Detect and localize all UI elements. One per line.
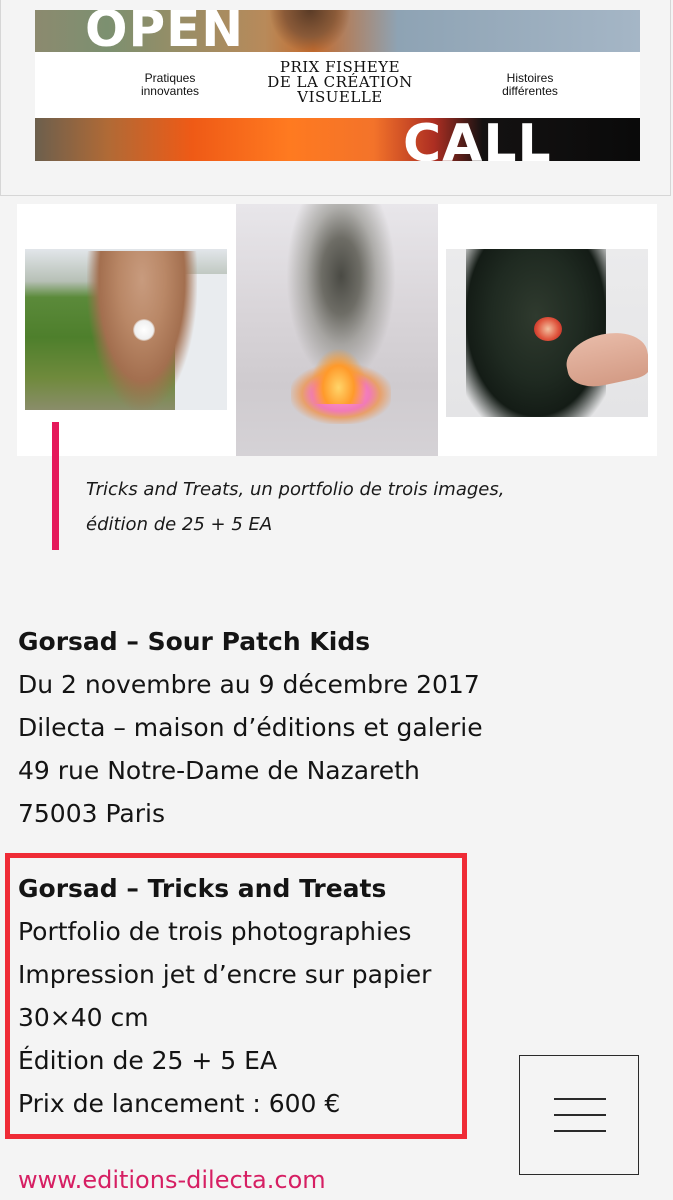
ad-right-text: Histoires différentes xyxy=(502,71,558,98)
exhibition-street: 49 rue Notre-Dame de Nazareth xyxy=(18,756,420,785)
menu-button[interactable] xyxy=(519,1055,639,1175)
exhibition-venue: Dilecta – maison d’éditions et galerie xyxy=(18,713,483,742)
product-description: Portfolio de trois photographies xyxy=(18,917,412,946)
website-link[interactable]: www.editions-dilecta.com xyxy=(18,1160,326,1200)
product-title: Gorsad – Tricks and Treats xyxy=(18,874,387,903)
portfolio-photo-velvet-dress xyxy=(446,249,648,417)
product-size: 30×40 cm xyxy=(18,1003,149,1032)
ad-open-word: OPEN xyxy=(85,10,245,50)
product-info: Gorsad – Tricks and Treats Portfolio de … xyxy=(18,867,458,1125)
portfolio-photo-burning-shoes xyxy=(236,204,438,456)
ad-banner[interactable]: OPEN CALL Pratiques innovantes PRIX FISH… xyxy=(35,10,640,161)
exhibition-city: 75003 Paris xyxy=(18,799,165,828)
ad-left-text: Pratiques innovantes xyxy=(140,71,200,98)
portfolio-caption: Tricks and Treats, un portfolio de trois… xyxy=(86,479,505,535)
caption-accent-bar xyxy=(52,422,59,550)
exhibition-title: Gorsad – Sour Patch Kids xyxy=(18,627,371,656)
ad-call-word: CALL xyxy=(403,118,552,161)
exhibition-info: Gorsad – Sour Patch Kids Du 2 novembre a… xyxy=(18,620,658,835)
exhibition-dates: Du 2 novembre au 9 décembre 2017 xyxy=(18,670,480,699)
ad-title: PRIX FISHEYE DE LA CRÉATION VISUELLE xyxy=(267,58,413,106)
portfolio-images xyxy=(17,204,657,456)
product-printing: Impression jet d’encre sur papier xyxy=(18,960,432,989)
product-price: Prix de lancement : 600 € xyxy=(18,1089,341,1118)
ad-banner-frame: OPEN CALL Pratiques innovantes PRIX FISH… xyxy=(0,0,671,196)
product-edition: Édition de 25 + 5 EA xyxy=(18,1046,278,1075)
portfolio-photo-child xyxy=(25,249,227,410)
